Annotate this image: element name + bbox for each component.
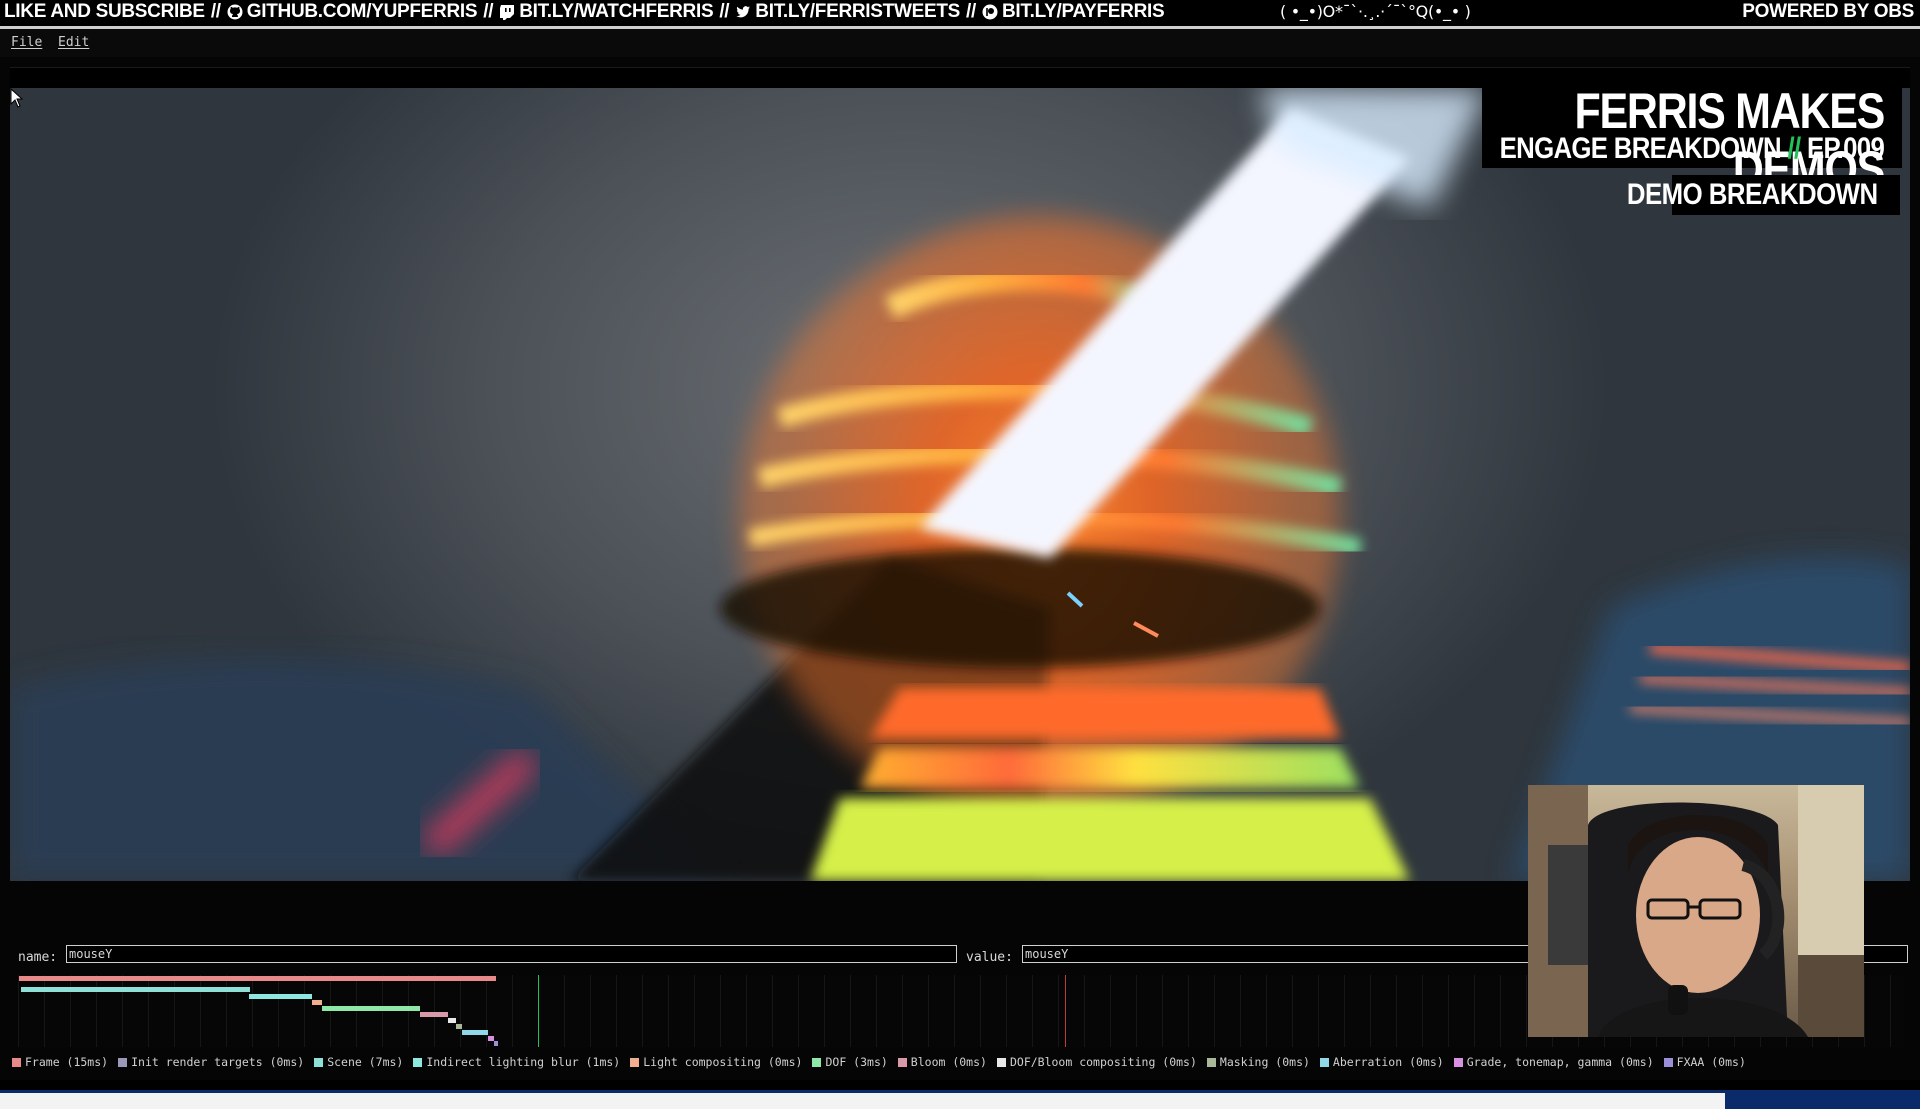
legend-item: Light compositing (0ms) (630, 1055, 802, 1069)
legend-swatch (314, 1057, 324, 1067)
profiler-bar-scene (21, 987, 250, 992)
value-label: value: (966, 950, 1013, 965)
banner-separator: // (483, 1, 494, 22)
banner-twitter-link: BIT.LY/FERRISTWEETS (755, 1, 961, 22)
twitter-icon (736, 6, 751, 18)
legend-item: Frame (15ms) (12, 1055, 108, 1069)
legend-swatch (812, 1057, 822, 1067)
banner-links: LIKE AND SUBSCRIBE // GITHUB.COM/YUPFERR… (4, 1, 1165, 23)
legend-swatch (630, 1057, 640, 1067)
webcam-image (1528, 785, 1864, 1037)
render-viewport[interactable] (10, 88, 1910, 881)
menu-bar: File Edit (0, 29, 1920, 57)
banner-separator: // (966, 1, 976, 22)
legend-item: Grade, tonemap, gamma (0ms) (1453, 1055, 1654, 1069)
taskbar-accent (0, 1090, 1725, 1093)
profiler-bar-aberration (462, 1030, 488, 1035)
legend-swatch (118, 1057, 128, 1067)
subtitle-separator: // (1787, 132, 1801, 165)
mouse-cursor-icon (10, 88, 24, 108)
banner-kaomoji: ( •_•)O*¯`·.¸.·´¯`°Q(•_• ) (1280, 2, 1471, 21)
legend-item: Indirect lighting blur (1ms) (413, 1055, 620, 1069)
demo-tool-window: File Edit FERRIS MAKES DEMOS ENGAGE BREA… (0, 29, 1920, 1109)
legend-item: Aberration (0ms) (1319, 1055, 1444, 1069)
menu-file[interactable]: File (11, 35, 42, 50)
legend-item: FXAA (0ms) (1663, 1055, 1746, 1069)
legend-item: DOF/Bloom compositing (0ms) (996, 1055, 1197, 1069)
stream-banner: LIKE AND SUBSCRIBE // GITHUB.COM/YUPFERR… (0, 0, 1920, 29)
episode-number: EP.009 (1806, 132, 1885, 165)
legend-swatch (1663, 1057, 1673, 1067)
name-input[interactable]: mouseY (66, 945, 957, 963)
webcam-feed (1528, 785, 1864, 1037)
profiler-bar-dof-bloom-compositing (448, 1018, 456, 1023)
profiler-bar-light-compositing (312, 1000, 322, 1005)
profiler-bar-dof (322, 1006, 420, 1011)
profiler-bar-frame (19, 976, 496, 981)
legend-swatch (12, 1057, 21, 1067)
taskbar-tray (1725, 1090, 1920, 1109)
banner-separator: // (210, 1, 221, 22)
banner-powered-by: POWERED BY OBS (1742, 1, 1914, 22)
profiler-legend: Frame (15ms) Init render targets (0ms) S… (12, 1055, 1756, 1069)
banner-patreon-link: BIT.LY/PAYFERRIS (1002, 1, 1165, 22)
legend-swatch (1206, 1057, 1216, 1067)
profiler-marker-red (1065, 975, 1066, 1047)
github-icon (227, 4, 243, 20)
rendered-scene (10, 88, 1910, 881)
taskbar (0, 1090, 1920, 1109)
twitch-icon (500, 5, 515, 20)
legend-swatch (1453, 1057, 1463, 1067)
legend-item: Masking (0ms) (1206, 1055, 1310, 1069)
episode-name: ENGAGE BREAKDOWN (1499, 132, 1781, 165)
banner-separator: // (719, 1, 730, 22)
legend-swatch (996, 1057, 1006, 1067)
legend-swatch (897, 1057, 907, 1067)
legend-swatch (1319, 1057, 1329, 1067)
segment-tag-label: DEMO BREAKDOWN (1627, 178, 1878, 211)
legend-item: Init render targets (0ms) (118, 1055, 304, 1069)
legend-swatch (413, 1057, 423, 1067)
banner-like-subscribe: LIKE AND SUBSCRIBE (4, 1, 205, 22)
show-title-card: FERRIS MAKES DEMOS ENGAGE BREAKDOWN // E… (1482, 80, 1902, 197)
profiler-marker-green (538, 975, 539, 1047)
menu-edit[interactable]: Edit (58, 35, 89, 50)
segment-tag: DEMO BREAKDOWN (1627, 175, 1900, 215)
banner-github-link: GITHUB.COM/YUPFERRIS (246, 1, 478, 22)
legend-item: Scene (7ms) (314, 1055, 403, 1069)
banner-twitch-link: BIT.LY/WATCHFERRIS (519, 1, 714, 22)
profiler-bar-fxaa (494, 1041, 498, 1046)
legend-item: DOF (3ms) (812, 1055, 888, 1069)
profiler-bar-indirect-lighting-blur (249, 994, 312, 999)
episode-subtitle: ENGAGE BREAKDOWN // EP.009 (1499, 132, 1884, 166)
profiler-bar-bloom (420, 1012, 448, 1017)
patreon-icon (982, 4, 998, 20)
name-label: name: (18, 950, 58, 965)
legend-item: Bloom (0ms) (897, 1055, 987, 1069)
profiler-bar-masking (456, 1024, 462, 1029)
